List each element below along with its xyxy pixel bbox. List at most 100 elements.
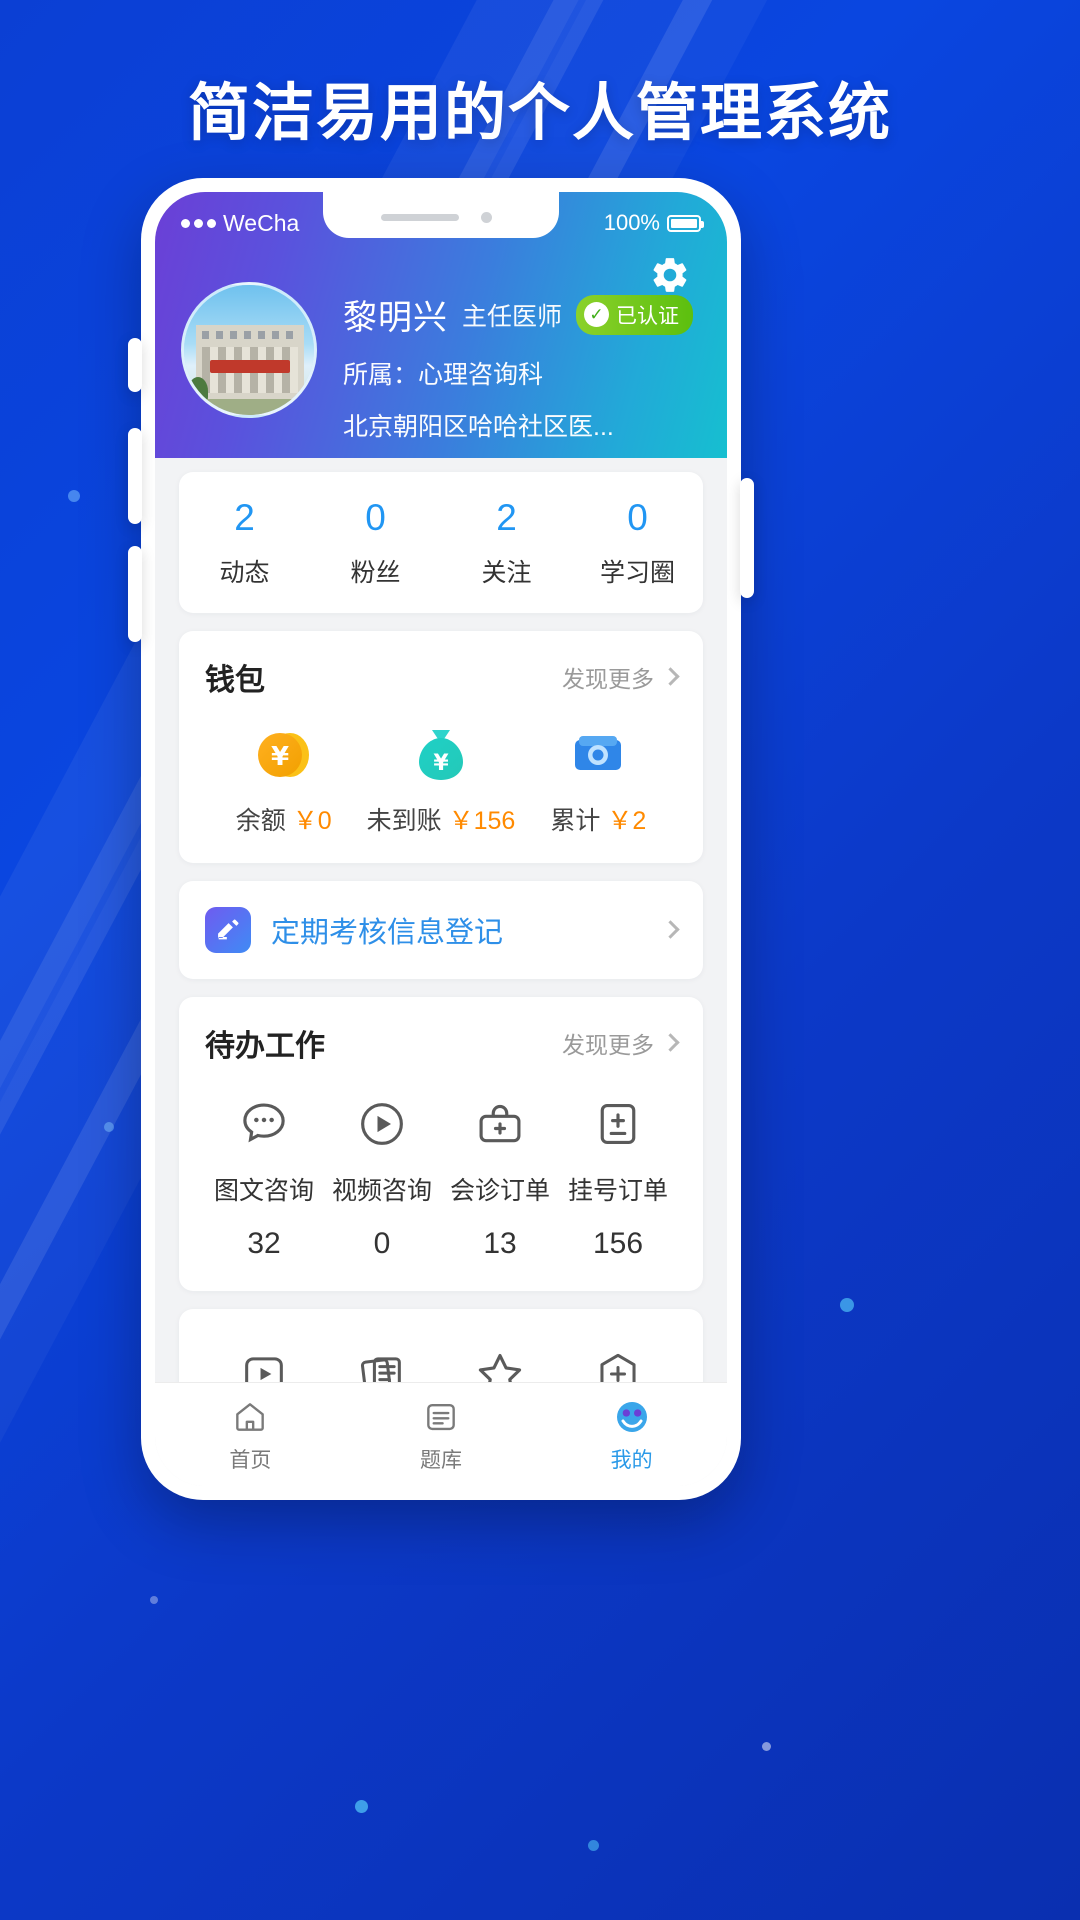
status-bar-left: WeCha <box>181 210 299 237</box>
wallet-more-label: 发现更多 <box>562 665 654 692</box>
stat-value: 2 <box>234 497 255 538</box>
wallet-more-button[interactable]: 发现更多 <box>562 660 680 694</box>
stat-item-dynamic[interactable]: 2 动态 <box>179 497 310 589</box>
wallet-title: 钱包 <box>205 663 265 697</box>
todo-item-count: 13 <box>483 1226 517 1260</box>
wallet-item-total[interactable]: 累计 ￥2 <box>520 725 677 837</box>
todo-items: 图文咨询 32 视频咨询 0 会诊订单 13 挂号订单 156 <box>205 1095 677 1261</box>
phone-screen: WeCha 100% 黎明兴 主任医师 ✓ 已认证 所属：心理咨询科 北京朝阳区… <box>155 192 727 1486</box>
medical-bag-icon <box>441 1095 559 1153</box>
todo-card: 待办工作 发现更多 图文咨询 32 视频咨询 0 会诊订单 13 挂号订单 15… <box>179 996 703 1291</box>
stat-item-fans[interactable]: 0 粉丝 <box>310 497 441 589</box>
wallet-item-label: 累计 <box>550 806 601 835</box>
tab-label: 我的 <box>610 1449 653 1472</box>
tab-home[interactable]: 首页 <box>155 1395 346 1474</box>
wallet-item-balance[interactable]: ¥ 余额 ￥0 <box>205 725 362 837</box>
stat-label: 学习圈 <box>599 558 675 587</box>
home-icon <box>155 1395 346 1439</box>
chevron-right-icon <box>661 667 680 686</box>
todo-header: 待办工作 发现更多 <box>205 1021 680 1065</box>
user-avatar-icon <box>536 1395 727 1439</box>
wallet-item-label: 未到账 <box>366 806 442 835</box>
todo-item-count: 32 <box>247 1226 281 1260</box>
check-circle-icon: ✓ <box>584 302 610 327</box>
exam-registration-banner[interactable]: 定期考核信息登记 <box>179 880 703 979</box>
front-camera <box>481 212 492 223</box>
tab-label: 题库 <box>420 1449 462 1472</box>
signal-dots-icon <box>181 218 216 228</box>
carrier-label: WeCha <box>223 209 300 236</box>
profile-name: 黎明兴 <box>343 299 448 337</box>
svg-text:¥: ¥ <box>271 742 289 772</box>
profile-row: 黎明兴 主任医师 ✓ 已认证 所属：心理咨询科 北京朝阳区哈哈社区医... <box>155 266 727 443</box>
profile-address: 北京朝阳区哈哈社区医... <box>343 413 614 441</box>
todo-item-label: 视频咨询 <box>331 1176 432 1205</box>
wallet-item-amount: ￥2 <box>607 806 647 835</box>
exam-banner-label: 定期考核信息登记 <box>271 916 504 949</box>
profile-title: 主任医师 <box>462 302 563 331</box>
svg-text:¥: ¥ <box>433 751 449 776</box>
speaker-grille <box>381 214 459 221</box>
wallet-item-pending[interactable]: ¥ 未到账 ￥156 <box>362 725 519 837</box>
edit-note-icon <box>205 906 251 953</box>
money-bag-icon: ¥ <box>362 725 519 785</box>
todo-item-count: 156 <box>592 1226 644 1260</box>
wallet-header: 钱包 发现更多 <box>205 655 680 699</box>
todo-item-label: 挂号订单 <box>567 1176 668 1205</box>
todo-title: 待办工作 <box>205 1029 325 1063</box>
stat-label: 粉丝 <box>350 558 401 587</box>
wallet-item-amount: ￥156 <box>448 806 516 835</box>
wallet-items: ¥ 余额 ￥0 ¥ 未到账 ￥156 累计 ￥2 <box>205 725 677 837</box>
todo-item-consultation-order[interactable]: 会诊订单 13 <box>441 1095 559 1261</box>
tab-question-bank[interactable]: 题库 <box>346 1395 537 1474</box>
stat-label: 关注 <box>481 558 532 587</box>
wallet-item-text: 未到账 ￥156 <box>362 801 519 837</box>
stat-item-study-circle[interactable]: 0 学习圈 <box>572 497 703 589</box>
todo-more-button[interactable]: 发现更多 <box>562 1026 680 1060</box>
chevron-right-icon <box>661 1033 680 1052</box>
cash-stack-icon <box>520 725 677 785</box>
todo-item-text-consult[interactable]: 图文咨询 32 <box>205 1095 323 1261</box>
battery-percent-label: 100% <box>603 210 660 235</box>
wallet-item-text: 余额 ￥0 <box>205 801 362 837</box>
stats-card: 2 动态 0 粉丝 2 关注 0 学习圈 <box>179 472 703 613</box>
status-badge: ✓ 已认证 <box>576 294 694 335</box>
question-bank-icon <box>346 1395 537 1439</box>
chevron-right-icon <box>661 920 680 939</box>
stat-value: 2 <box>496 497 517 538</box>
phone-notch <box>323 192 559 238</box>
tab-label: 首页 <box>229 1449 272 1472</box>
stat-value: 0 <box>627 497 648 538</box>
avatar[interactable] <box>181 282 317 418</box>
profile-info: 黎明兴 主任医师 ✓ 已认证 所属：心理咨询科 北京朝阳区哈哈社区医... <box>317 282 727 443</box>
todo-item-video-consult[interactable]: 视频咨询 0 <box>323 1095 441 1261</box>
wallet-item-amount: ￥0 <box>292 806 332 835</box>
todo-more-label: 发现更多 <box>562 1031 654 1058</box>
verified-label: 已认证 <box>616 304 680 328</box>
bottom-tab-bar: 首页 题库 我的 <box>155 1382 727 1486</box>
stat-item-following[interactable]: 2 关注 <box>441 497 572 589</box>
phone-mockup-frame: WeCha 100% 黎明兴 主任医师 ✓ 已认证 所属：心理咨询科 北京朝阳区… <box>128 178 754 1500</box>
profile-department: 所属：心理咨询科 <box>343 361 544 389</box>
wallet-card: 钱包 发现更多 ¥ 余额 ￥0 ¥ 未到账 ￥156 累计 ￥2 <box>179 630 703 863</box>
status-bar-right: 100% <box>603 210 704 236</box>
page-headline: 简洁易用的个人管理系统 <box>187 76 892 149</box>
todo-item-registration-order[interactable]: 挂号订单 156 <box>559 1095 677 1261</box>
phone-volume-up-button <box>128 428 142 524</box>
gear-icon[interactable] <box>649 254 691 296</box>
wallet-item-label: 余额 <box>235 806 286 835</box>
tab-profile[interactable]: 我的 <box>536 1395 727 1474</box>
todo-item-label: 会诊订单 <box>449 1176 550 1205</box>
chat-bubble-dots-icon <box>205 1095 323 1153</box>
todo-item-label: 图文咨询 <box>213 1176 314 1205</box>
registration-card-icon <box>559 1095 677 1153</box>
battery-icon <box>667 214 704 232</box>
play-circle-icon <box>323 1095 441 1153</box>
stat-label: 动态 <box>219 558 270 587</box>
screen-body: 2 动态 0 粉丝 2 关注 0 学习圈 钱包 发现更多 ¥ 余额 ￥0 ¥ 未… <box>155 472 727 1486</box>
phone-mute-button <box>128 338 142 392</box>
coin-yuan-icon: ¥ <box>205 725 362 785</box>
stat-value: 0 <box>365 497 386 538</box>
profile-name-line: 黎明兴 主任医师 ✓ 已认证 <box>343 290 727 339</box>
todo-item-count: 0 <box>373 1226 391 1260</box>
